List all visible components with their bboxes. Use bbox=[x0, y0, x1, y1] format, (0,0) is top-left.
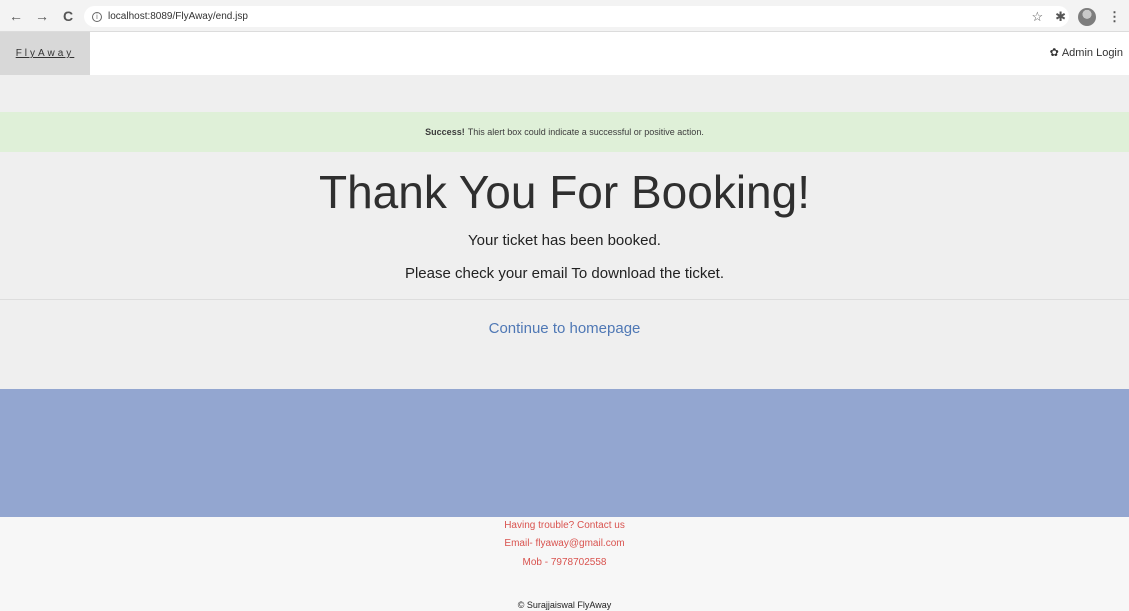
app-navbar: FlyAway ✿ Admin Login bbox=[0, 32, 1129, 75]
booked-message: Your ticket has been booked. bbox=[468, 232, 661, 249]
menu-icon[interactable]: ⋮ bbox=[1108, 9, 1121, 25]
profile-avatar[interactable] bbox=[1078, 7, 1096, 26]
email-message: Please check your email To download the … bbox=[404, 265, 725, 282]
brand-link[interactable]: FlyAway bbox=[0, 32, 90, 75]
admin-login-label: Admin Login bbox=[1061, 46, 1123, 59]
success-alert: Success! This alert box could indicate a… bbox=[0, 112, 1129, 152]
browser-toolbar: ← → C i localhost:8089/FlyAway/end.jsp ☆… bbox=[0, 0, 1129, 32]
footer-trouble: Having trouble? Contact us bbox=[504, 520, 625, 531]
footer-copyright: © Surajjaiswal FlyAway bbox=[517, 600, 612, 610]
address-bar[interactable]: i localhost:8089/FlyAway/end.jsp bbox=[84, 6, 1069, 27]
url-text[interactable]: localhost:8089/FlyAway/end.jsp bbox=[108, 11, 248, 22]
extension-icon[interactable]: ✱ bbox=[1055, 9, 1066, 25]
star-icon[interactable]: ☆ bbox=[1031, 9, 1043, 25]
footer-email: Email- flyaway@gmail.com bbox=[504, 538, 625, 549]
divider bbox=[0, 299, 1129, 300]
gear-icon: ✿ bbox=[1049, 46, 1059, 59]
alert-text: This alert box could indicate a successf… bbox=[467, 127, 704, 137]
page-title: Thank You For Booking! bbox=[319, 166, 810, 218]
forward-icon[interactable]: → bbox=[32, 6, 52, 26]
footer: Having trouble? Contact us Email- flyawa… bbox=[0, 517, 1129, 611]
continue-homepage-link[interactable]: Continue to homepage bbox=[0, 320, 1129, 337]
alert-strong: Success! bbox=[425, 127, 465, 137]
browser-actions: ☆ ✱ ⋮ bbox=[1031, 6, 1121, 27]
info-icon[interactable]: i bbox=[92, 11, 102, 22]
footer-mobile: Mob - 7978702558 bbox=[522, 557, 607, 568]
blue-band bbox=[0, 389, 1129, 517]
admin-login-link[interactable]: ✿ Admin Login bbox=[1050, 46, 1123, 59]
back-icon[interactable]: ← bbox=[6, 6, 26, 26]
reload-icon[interactable]: C bbox=[58, 6, 78, 26]
